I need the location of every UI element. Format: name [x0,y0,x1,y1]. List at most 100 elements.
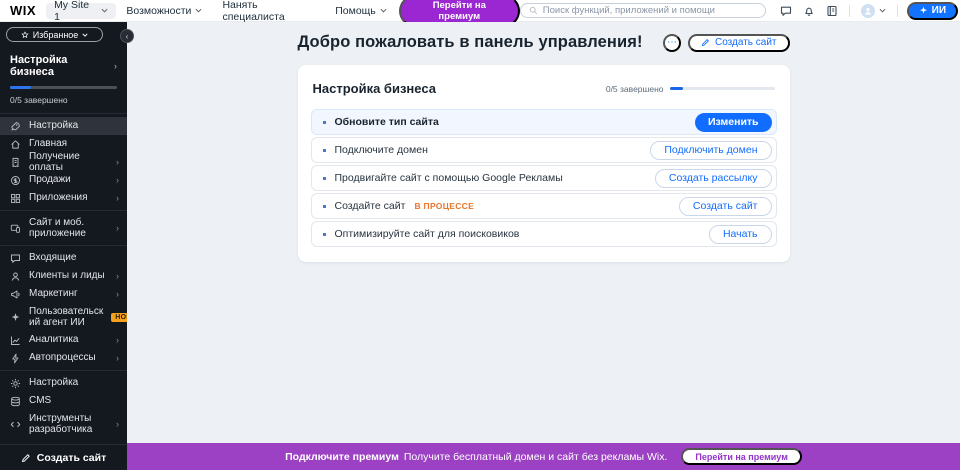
task-row[interactable]: Оптимизируйте сайт для поисковиков Начать [311,221,777,247]
site-selector-label: My Site 1 [54,0,96,23]
chevron-right-icon: › [116,335,119,345]
sidebar-item-входящие[interactable]: Входящие [0,249,127,267]
account-menu[interactable] [861,4,886,18]
task-row[interactable]: Создайте сайтВ ПРОЦЕССЕСоздать сайт [311,193,777,219]
chevron-right-icon: › [116,193,119,203]
bullet-icon [323,233,326,236]
ellipsis-icon: ⋯ [667,37,677,48]
favorites-pill[interactable]: Избранное [6,27,103,42]
bullet-icon [323,205,326,208]
setup-progress-block[interactable]: Настройка бизнеса › 0/5 завершено [0,46,127,110]
devices-icon [10,223,21,234]
sidebar-item-пользовательск[interactable]: Пользовательский агент ИИНОВИНКА [0,303,127,331]
task-row[interactable]: Обновите тип сайта Изменить [311,109,777,135]
sidebar-item-настройка[interactable]: Настройка [0,117,127,135]
chevron-right-icon: › [116,271,119,281]
task-action-button[interactable]: Изменить [695,113,772,132]
ai-assistant-button[interactable]: ИИ [907,2,958,20]
sidebar-item-cms[interactable]: CMS [0,392,127,410]
sidebar-item-автопроцессы[interactable]: Автопроцессы › [0,349,127,367]
bullet-icon [323,121,326,124]
task-row[interactable]: Продвигайте сайт с помощью Google Реклам… [311,165,777,191]
chevron-down-icon [195,8,202,13]
premium-banner: Подключите премиум Получите бесплатный д… [127,443,960,470]
top-nav-item[interactable]: Возможности [116,5,212,17]
sidebar-item-аналитика[interactable]: Аналитика › [0,331,127,349]
pencil-icon [701,38,710,47]
divider [0,210,127,211]
sidebar-item-маркетинг[interactable]: Маркетинг › [0,285,127,303]
sidebar-item-продажи[interactable]: Продажи › [0,171,127,189]
chevron-down-icon [380,8,387,13]
task-label: Оптимизируйте сайт для поисковиков [335,228,520,240]
sidebar-item-label: Автопроцессы [29,352,108,364]
sidebar-item-настройка[interactable]: Настройка [0,374,127,392]
setup-title: Настройка бизнеса [10,54,114,78]
task-action-button[interactable]: Создать сайт [679,197,772,216]
sidebar-item-label: Аналитика [29,334,108,346]
favorites-label: Избранное [33,30,79,40]
sparkle-icon [919,6,928,15]
main-content: Добро пожаловать в панель управления! ⋯ … [298,22,790,262]
setup-progress-track [10,86,117,89]
sidebar-item-label: Приложения [29,192,108,204]
chevron-right-icon: › [116,175,119,185]
chevron-right-icon: › [114,61,117,71]
sidebar-item-label: Инструментыразработчика [29,413,108,436]
chevron-right-icon: › [116,353,119,363]
task-action-button[interactable]: Подключить домен [650,141,771,160]
card-progress-fill [670,87,684,90]
chat-icon[interactable] [780,5,792,17]
sidebar-item-инструменты[interactable]: Инструментыразработчика› [0,410,127,438]
main-area: ‹ Добро пожаловать в панель управления! … [127,22,960,470]
sidebar-item-label: CMS [29,395,119,407]
divider [0,245,127,246]
setup-progress-label: 0/5 завершено [10,95,117,105]
sidebar-item-получение-оплаты[interactable]: Получение оплаты› [0,153,127,171]
sidebar-item-приложения[interactable]: Приложения › [0,189,127,207]
sidebar-item-label: Главная [29,138,119,150]
chart-icon [10,335,21,346]
chevron-right-icon: › [116,157,119,167]
sidebar-collapse-button[interactable]: ‹ [120,29,134,43]
sidebar-menu: НастройкаГлавнаяПолучение оплаты›Продажи… [0,117,127,438]
search-input[interactable] [543,5,757,16]
divider [0,113,127,114]
create-site-button[interactable]: Создать сайт [688,34,790,52]
rocket-icon [10,121,21,132]
sidebar-item-клиенты-и-лиды[interactable]: Клиенты и лиды› [0,267,127,285]
sidebar: Избранное Настройка бизнеса › 0/5 заверш… [0,22,127,470]
pencil-icon [21,453,31,463]
sidebar-item-label: Маркетинг [29,288,108,300]
banner-premium-button[interactable]: Перейти на премиум [681,448,801,465]
task-row[interactable]: Подключите доменПодключить домен [311,137,777,163]
journal-icon[interactable] [826,5,838,17]
chevron-right-icon: › [116,289,119,299]
sidebar-item-label: Сайт и моб.приложение [29,217,108,240]
top-nav-item[interactable]: Нанять специалиста [212,0,325,23]
sidebar-create-site-label: Создать сайт [37,452,107,464]
task-action-button[interactable]: Начать [709,225,772,244]
sidebar-item-сайт-и-моб-[interactable]: Сайт и моб.приложение › [0,214,127,242]
sidebar-item-label: Продажи [29,174,108,186]
sidebar-item-label: Входящие [29,252,119,264]
task-action-button[interactable]: Создать рассылку [655,169,772,188]
divider [849,5,850,17]
banner-text: Получите бесплатный домен и сайт без рек… [404,451,668,463]
task-label: Продвигайте сайт с помощью Google Реклам… [335,172,563,184]
bullet-icon [323,149,326,152]
search-bar[interactable] [520,3,766,18]
more-actions-button[interactable]: ⋯ [663,34,681,52]
divider [0,370,127,371]
top-nav-item[interactable]: Помощь [325,5,397,17]
avatar [861,4,875,18]
lightning-icon [10,353,21,364]
top-nav-label: Помощь [335,5,376,17]
site-selector[interactable]: My Site 1 [46,3,116,19]
card-title: Настройка бизнеса [313,81,436,96]
task-label: Обновите тип сайта [335,116,439,128]
bell-icon[interactable] [803,5,815,17]
inbox-icon [10,253,21,264]
sidebar-create-site-button[interactable]: Создать сайт [0,444,127,470]
chevron-right-icon: › [116,223,119,233]
